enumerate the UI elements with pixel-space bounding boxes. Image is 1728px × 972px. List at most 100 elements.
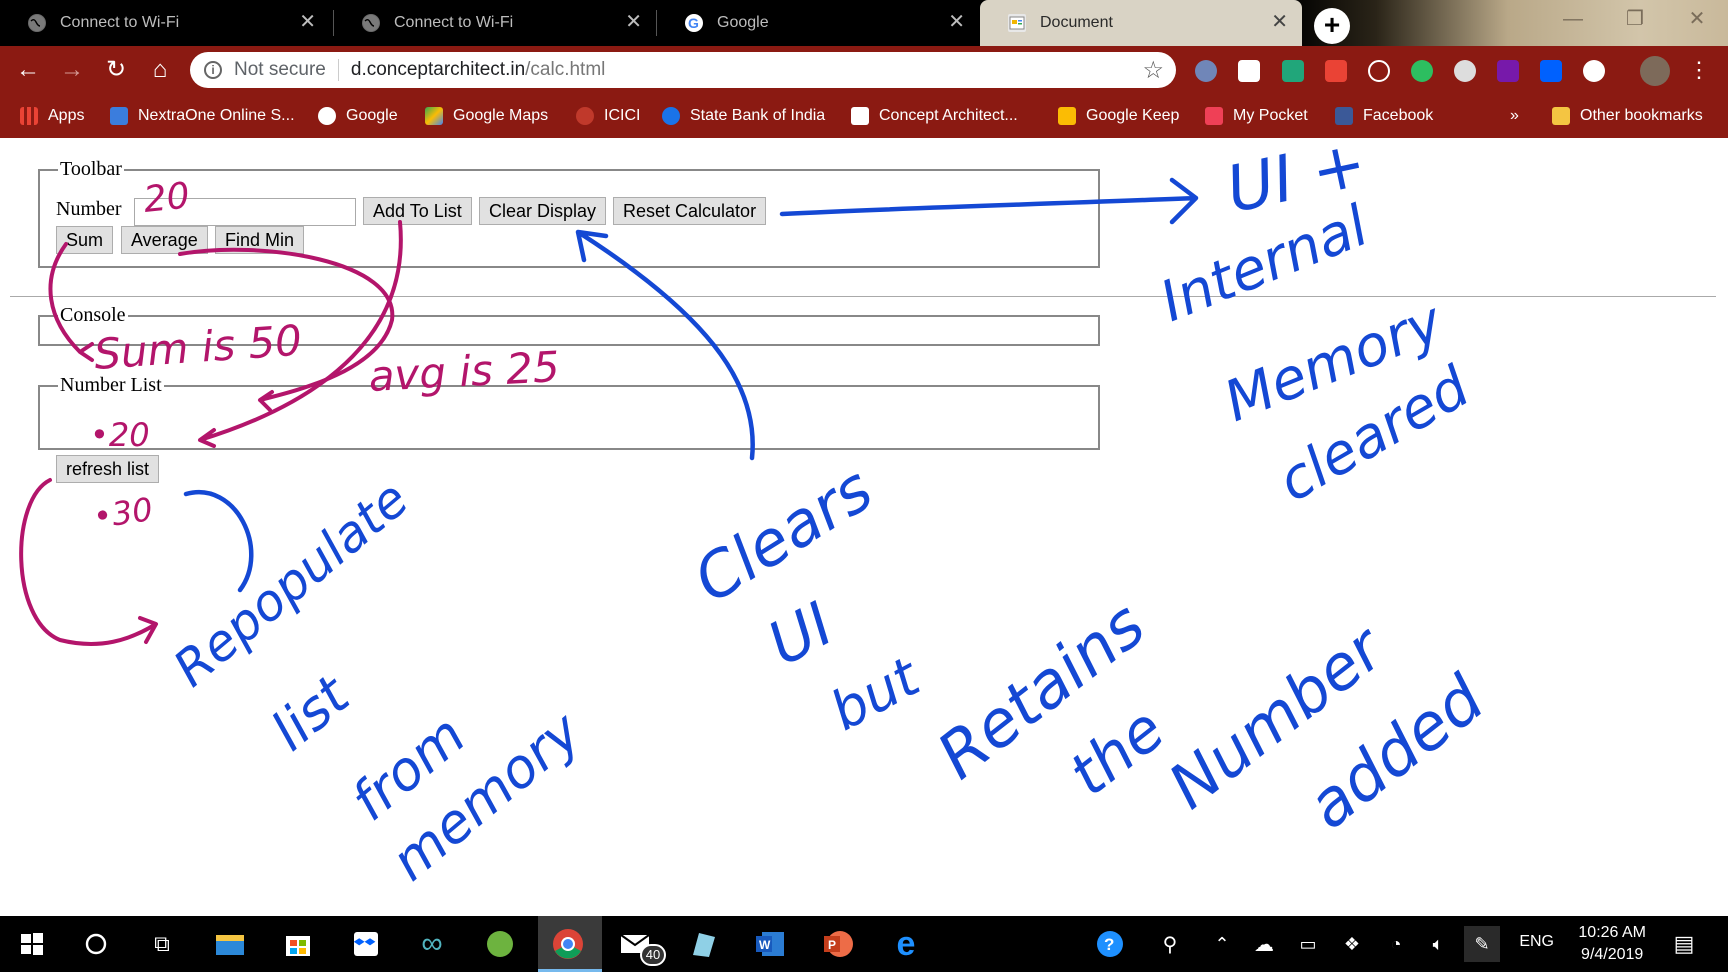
- tab-title: Google: [717, 14, 769, 31]
- globe-icon: [362, 14, 380, 32]
- avatar[interactable]: [1640, 56, 1670, 86]
- bookmark-icici[interactable]: ICICI: [576, 104, 640, 128]
- info-icon[interactable]: i: [204, 61, 222, 79]
- bookmark-sbi[interactable]: State Bank of India: [662, 104, 825, 128]
- tab-wifi-1[interactable]: Connect to Wi-Fi ✕: [0, 0, 330, 46]
- find-min-button[interactable]: Find Min: [215, 226, 305, 254]
- tab-google[interactable]: G Google ✕: [657, 0, 979, 46]
- globe-icon: [28, 14, 46, 32]
- pocket-icon: [1205, 107, 1223, 125]
- dropbox-icon[interactable]: [348, 926, 384, 962]
- average-button[interactable]: Average: [121, 226, 208, 254]
- extension-icon[interactable]: [1238, 60, 1260, 82]
- svg-text:P: P: [828, 938, 836, 952]
- edge-icon[interactable]: e: [888, 925, 924, 963]
- extension-icon[interactable]: [1195, 60, 1217, 82]
- other-bookmarks[interactable]: Other bookmarks: [1552, 104, 1703, 128]
- bookmark-nextraone[interactable]: NextraOne Online S...: [110, 104, 295, 128]
- tab-strip: Connect to Wi-Fi ✕ Connect to Wi-Fi ✕ G …: [0, 0, 1728, 46]
- wifi-icon[interactable]: ◔: [1378, 926, 1414, 962]
- back-arrow-icon[interactable]: ←: [14, 56, 42, 84]
- new-tab-button[interactable]: +: [1314, 8, 1350, 44]
- cortana-search-icon[interactable]: [78, 926, 114, 962]
- word-icon[interactable]: W: [752, 926, 788, 962]
- atom-icon[interactable]: [1368, 60, 1390, 82]
- icici-icon: [576, 107, 594, 125]
- tab-document[interactable]: Document ✕: [980, 0, 1302, 46]
- help-icon[interactable]: ?: [1092, 926, 1128, 962]
- close-tab-icon[interactable]: ✕: [299, 12, 316, 32]
- maximize-icon[interactable]: ❐: [1604, 0, 1666, 40]
- bookmark-label: Concept Architect...: [879, 107, 1018, 124]
- reset-calculator-button[interactable]: Reset Calculator: [613, 197, 767, 225]
- battery-icon[interactable]: ▭: [1290, 926, 1326, 962]
- security-label: Not secure: [234, 59, 326, 80]
- task-view-icon[interactable]: ⧉: [144, 926, 180, 962]
- bookmark-my-pocket[interactable]: My Pocket: [1205, 104, 1308, 128]
- input-language[interactable]: ENG: [1519, 933, 1554, 951]
- close-tab-icon[interactable]: ✕: [1271, 12, 1288, 32]
- svg-text:W: W: [759, 938, 771, 952]
- bookmark-google-maps[interactable]: Google Maps: [425, 104, 548, 128]
- tab-wifi-2[interactable]: Connect to Wi-Fi ✕: [334, 0, 656, 46]
- system-clock[interactable]: 10:26 AM 9/4/2019: [1578, 922, 1646, 966]
- add-to-list-button[interactable]: Add To List: [363, 197, 472, 225]
- store-icon[interactable]: [280, 926, 316, 962]
- infinity-app-icon[interactable]: ∞: [414, 926, 450, 962]
- url-path: /calc.html: [525, 59, 606, 80]
- bookmark-label: ICICI: [604, 107, 641, 124]
- onedrive-icon[interactable]: ☁: [1246, 926, 1282, 962]
- people-icon[interactable]: ⚲: [1152, 926, 1188, 962]
- bookmark-label: NextraOne Online S...: [138, 107, 295, 124]
- browser-toolbar: ← → ↻ ⌂ i Not secure d.conceptarchitect.…: [0, 46, 1728, 94]
- close-window-icon[interactable]: ✕: [1666, 0, 1728, 40]
- clear-display-button[interactable]: Clear Display: [479, 197, 607, 225]
- dropbox-icon[interactable]: [1540, 60, 1562, 82]
- close-tab-icon[interactable]: ✕: [625, 12, 642, 32]
- refresh-list-button[interactable]: refresh list: [56, 455, 160, 483]
- evernote-icon[interactable]: [1411, 60, 1433, 82]
- home-icon[interactable]: ⌂: [146, 56, 174, 84]
- forward-arrow-icon[interactable]: →: [58, 56, 86, 84]
- bookmark-star-icon[interactable]: ☆: [1142, 56, 1164, 85]
- chrome-icon[interactable]: [550, 926, 586, 962]
- sum-button[interactable]: Sum: [56, 226, 114, 254]
- sbi-icon: [662, 107, 680, 125]
- extension-icon[interactable]: [1583, 60, 1605, 82]
- spring-tool-icon[interactable]: [482, 926, 518, 962]
- close-tab-icon[interactable]: ✕: [948, 12, 965, 32]
- windows-start-icon[interactable]: [14, 926, 50, 962]
- document-icon: [1008, 14, 1026, 32]
- extension-icon[interactable]: [1454, 60, 1476, 82]
- address-bar[interactable]: i Not secure d.conceptarchitect.in /calc…: [190, 52, 1176, 88]
- bookmark-facebook[interactable]: Facebook: [1335, 104, 1433, 128]
- action-center-icon[interactable]: ▤: [1666, 926, 1702, 962]
- nextraone-icon: [110, 107, 128, 125]
- mail-badge: 40: [640, 944, 666, 966]
- bookmarks-overflow-icon[interactable]: »: [1510, 104, 1519, 128]
- bookmark-label: Google: [346, 107, 398, 124]
- menu-kebab-icon[interactable]: ⋮: [1685, 56, 1713, 84]
- notes-app-icon[interactable]: [686, 926, 722, 962]
- gmail-icon[interactable]: [1325, 60, 1347, 82]
- reload-icon[interactable]: ↻: [102, 56, 130, 84]
- tray-chevron-up-icon[interactable]: ⌃: [1204, 926, 1240, 962]
- onenote-icon[interactable]: [1497, 60, 1519, 82]
- bookmark-label: My Pocket: [1233, 107, 1308, 124]
- bookmark-apps[interactable]: Apps: [20, 104, 84, 128]
- bookmark-google-keep[interactable]: Google Keep: [1058, 104, 1179, 128]
- file-explorer-icon[interactable]: [212, 926, 248, 962]
- extension-icon[interactable]: [1282, 60, 1304, 82]
- google-icon: G: [685, 14, 703, 32]
- url-domain: d.conceptarchitect.in: [350, 59, 526, 80]
- minimize-icon[interactable]: —: [1542, 0, 1604, 40]
- dropbox-tray-icon[interactable]: ❖: [1334, 926, 1370, 962]
- powerpoint-icon[interactable]: P: [820, 926, 856, 962]
- tab-title: Connect to Wi-Fi: [394, 14, 514, 31]
- bookmark-label: Google Maps: [453, 107, 549, 124]
- bookmark-google[interactable]: Google: [318, 104, 398, 128]
- bookmark-label: Google Keep: [1086, 107, 1180, 124]
- bookmark-concept-architect[interactable]: Concept Architect...: [851, 104, 1018, 128]
- pen-icon[interactable]: ✎: [1464, 926, 1500, 962]
- volume-icon[interactable]: 🔈︎: [1420, 926, 1456, 962]
